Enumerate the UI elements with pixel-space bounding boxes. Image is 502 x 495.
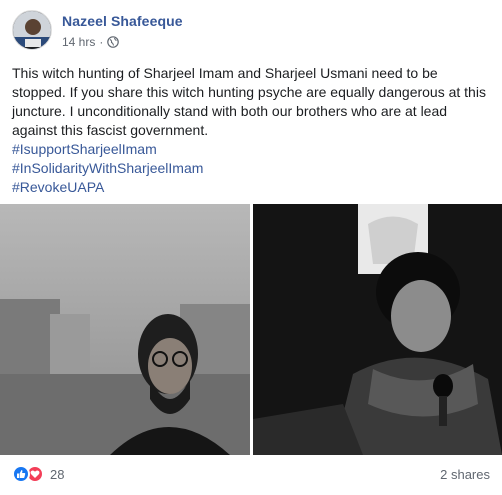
author-avatar[interactable] <box>12 10 52 50</box>
author-name[interactable]: Nazeel Shafeeque <box>62 13 183 29</box>
post-text: This witch hunting of Sharjeel Imam and … <box>12 65 486 138</box>
shares-count[interactable]: 2 shares <box>440 467 490 482</box>
post-photo[interactable] <box>253 204 502 455</box>
reaction-count: 28 <box>50 466 65 482</box>
post-header: Nazeel Shafeeque 14 hrs · <box>12 10 490 58</box>
hashtag-link[interactable]: #IsupportSharjeelImam <box>12 140 492 159</box>
post-timestamp[interactable]: 14 hrs <box>62 35 95 49</box>
post-body: This witch hunting of Sharjeel Imam and … <box>12 64 492 197</box>
post-footer: 28 2 shares <box>12 461 490 489</box>
reactions-summary[interactable]: 28 <box>12 465 64 483</box>
post-photo[interactable] <box>0 204 250 455</box>
facebook-post: Nazeel Shafeeque 14 hrs · This witch hun… <box>0 0 502 495</box>
like-icon <box>12 465 30 483</box>
hashtag-link[interactable]: #RevokeUAPA <box>12 178 492 197</box>
post-photos <box>0 204 502 455</box>
post-meta: 14 hrs · <box>62 35 120 49</box>
meta-separator: · <box>99 35 104 49</box>
globe-icon[interactable] <box>107 36 120 48</box>
hashtag-link[interactable]: #InSolidarityWithSharjeelImam <box>12 159 492 178</box>
